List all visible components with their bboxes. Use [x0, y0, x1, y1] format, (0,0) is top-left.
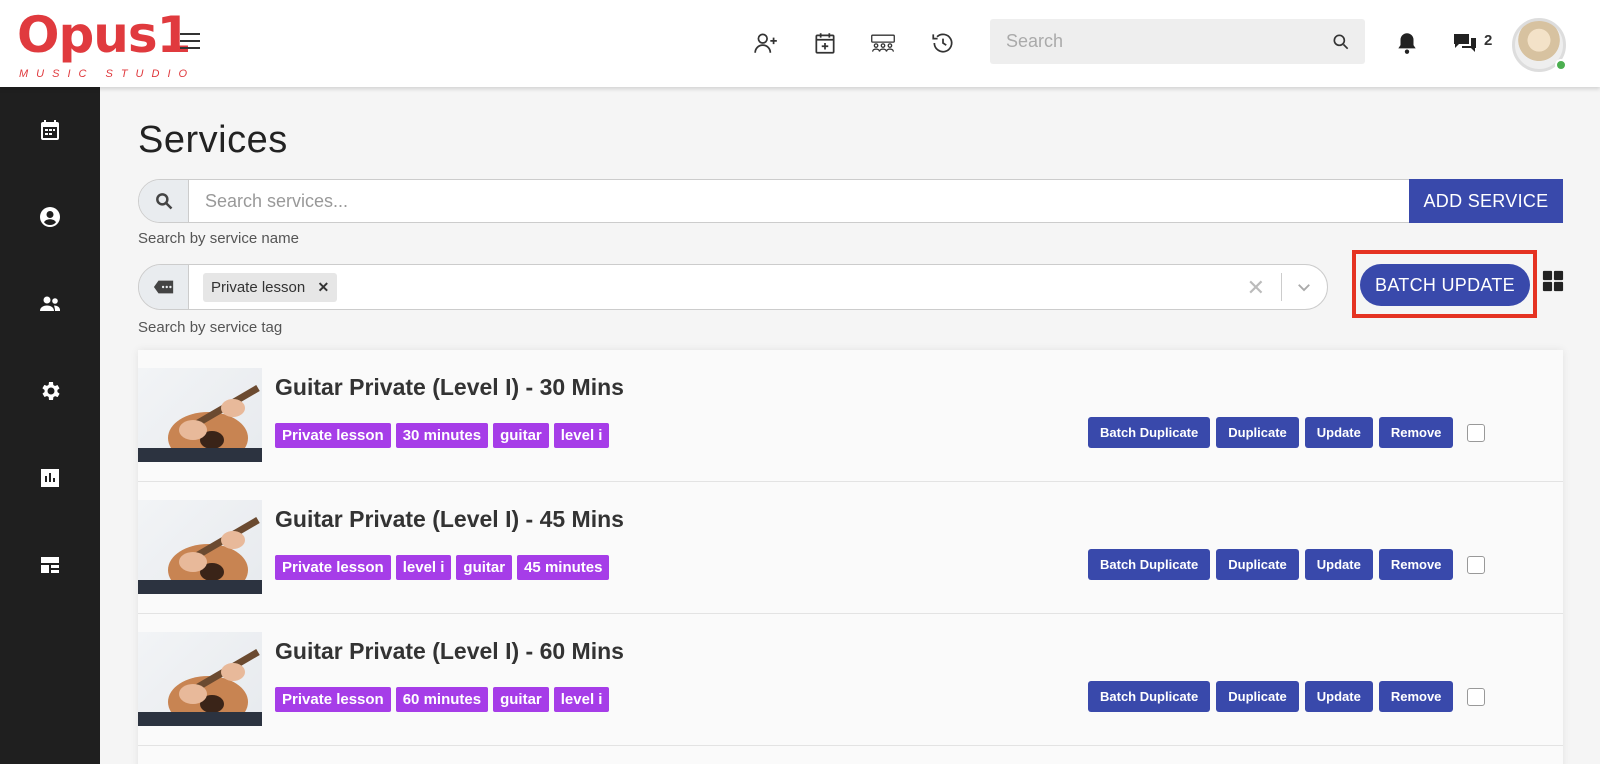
service-tag: 30 minutes: [395, 423, 489, 448]
service-tags: Private lesson level i guitar 45 minutes: [275, 555, 610, 580]
global-search[interactable]: [990, 19, 1365, 64]
search-icon[interactable]: [1331, 32, 1351, 52]
page-title: Services: [138, 119, 288, 161]
account-icon[interactable]: [38, 205, 62, 229]
row-checkbox[interactable]: [1467, 555, 1486, 574]
chevron-down-icon[interactable]: [1295, 278, 1313, 296]
batch-duplicate-button[interactable]: Batch Duplicate: [1088, 417, 1211, 448]
remove-button[interactable]: Remove: [1378, 549, 1454, 580]
service-title[interactable]: Guitar Private (Level I) - 30 Mins: [275, 374, 624, 401]
update-button[interactable]: Update: [1304, 549, 1373, 580]
batch-duplicate-button[interactable]: Batch Duplicate: [1088, 549, 1211, 580]
tag-search-help: Search by service tag: [138, 319, 283, 336]
service-search-input[interactable]: [190, 180, 1390, 222]
service-search-help: Search by service name: [138, 230, 299, 247]
service-tag: level i: [395, 555, 452, 580]
add-user-icon[interactable]: [751, 28, 781, 58]
service-tags: Private lesson 30 minutes guitar level i: [275, 423, 610, 448]
service-tag: Private lesson: [275, 555, 391, 580]
service-tag: 45 minutes: [517, 555, 610, 580]
menu-icon[interactable]: [180, 33, 200, 49]
add-service-button[interactable]: ADD SERVICE: [1409, 179, 1563, 223]
list-item: Guitar Private (Level I) - 45 Mins Priva…: [138, 482, 1563, 614]
message-count: 2: [1484, 32, 1493, 49]
select-divider: [1281, 273, 1282, 301]
logo-subtitle: MUSIC STUDIO: [19, 68, 196, 80]
tag-filter-select[interactable]: Private lesson ✕ ✕: [138, 264, 1328, 310]
sidebar: [0, 87, 100, 764]
settings-icon[interactable]: [38, 379, 62, 403]
tag-chip: Private lesson ✕: [203, 273, 338, 302]
global-search-input[interactable]: [990, 19, 1310, 64]
row-actions: Batch Duplicate Duplicate Update Remove: [1088, 417, 1486, 448]
service-tags: Private lesson 60 minutes guitar level i: [275, 687, 610, 712]
chat-icon[interactable]: [1450, 28, 1480, 58]
top-bar: Opus1 MUSIC STUDIO 2: [0, 0, 1600, 87]
history-icon[interactable]: [928, 28, 958, 58]
people-icon[interactable]: [38, 292, 62, 316]
update-button[interactable]: Update: [1304, 417, 1373, 448]
duplicate-button[interactable]: Duplicate: [1216, 417, 1299, 448]
reports-icon[interactable]: [38, 466, 62, 490]
clear-icon[interactable]: ✕: [1247, 275, 1265, 301]
service-tag: Private lesson: [275, 423, 391, 448]
services-list: Guitar Private (Level I) - 30 Mins Priva…: [138, 350, 1563, 764]
service-tag: guitar: [456, 555, 513, 580]
tag-chip-label: Private lesson: [211, 279, 306, 296]
service-tag: Private lesson: [275, 687, 391, 712]
calendar-plus-icon[interactable]: [810, 28, 840, 58]
list-item: Guitar Private (Level I) - 60 Mins Priva…: [138, 614, 1563, 746]
logo[interactable]: Opus1 MUSIC STUDIO: [17, 6, 191, 82]
logo-text: Opus1: [17, 6, 191, 64]
groups-icon[interactable]: [868, 28, 898, 58]
batch-update-highlight: BATCH UPDATE: [1352, 250, 1537, 318]
main-content: Services ADD SERVICE Search by service n…: [100, 87, 1600, 764]
row-checkbox[interactable]: [1467, 687, 1486, 706]
duplicate-button[interactable]: Duplicate: [1216, 681, 1299, 712]
service-title[interactable]: Guitar Private (Level I) - 60 Mins: [275, 638, 624, 665]
duplicate-button[interactable]: Duplicate: [1216, 549, 1299, 580]
service-title[interactable]: Guitar Private (Level I) - 45 Mins: [275, 506, 624, 533]
row-actions: Batch Duplicate Duplicate Update Remove: [1088, 681, 1486, 712]
row-actions: Batch Duplicate Duplicate Update Remove: [1088, 549, 1486, 580]
service-search[interactable]: [138, 179, 1410, 223]
service-tag: level i: [553, 423, 610, 448]
service-tag: level i: [553, 687, 610, 712]
remove-button[interactable]: Remove: [1378, 417, 1454, 448]
remove-tag-icon[interactable]: ✕: [317, 273, 329, 302]
batch-duplicate-button[interactable]: Batch Duplicate: [1088, 681, 1211, 712]
batch-update-button[interactable]: BATCH UPDATE: [1360, 264, 1530, 306]
service-thumbnail: [138, 368, 262, 462]
service-thumbnail: [138, 500, 262, 594]
service-thumbnail: [138, 632, 262, 726]
update-button[interactable]: Update: [1304, 681, 1373, 712]
remove-button[interactable]: Remove: [1378, 681, 1454, 712]
grid-view-icon[interactable]: [1542, 270, 1564, 292]
online-status-dot: [1555, 59, 1567, 71]
service-tag: guitar: [493, 423, 549, 448]
tag-icon: [139, 265, 189, 309]
list-item: Guitar Private (Level I) - 30 Mins Priva…: [138, 350, 1563, 482]
bell-icon[interactable]: [1392, 28, 1422, 58]
calendar-icon[interactable]: [38, 118, 62, 142]
service-tag: 60 minutes: [395, 687, 489, 712]
row-checkbox[interactable]: [1467, 423, 1486, 442]
dashboard-icon[interactable]: [38, 553, 62, 577]
service-tag: guitar: [493, 687, 549, 712]
search-icon: [139, 180, 189, 222]
